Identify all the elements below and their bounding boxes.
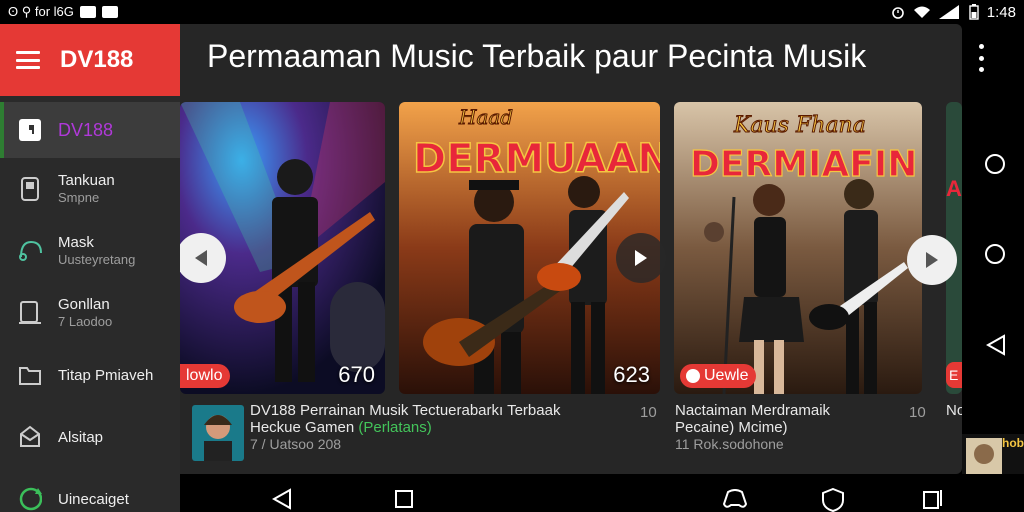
android-screen: ʘ ⚲ for l6G 1:48 DV188 DV188 Tankuan Smpn…	[0, 0, 1024, 512]
game-info[interactable]: Nactaiman Merdramaik Pecaine) Mcime) 11 …	[675, 402, 830, 452]
download-icon	[101, 6, 118, 18]
game-subtitle: Pecaine) Mcime)	[675, 419, 788, 436]
gamepad-icon[interactable]	[722, 488, 748, 510]
wifi-icon	[913, 6, 930, 18]
back-triangle-icon[interactable]	[272, 488, 292, 510]
page-title: Permaaman Music Terbaik paur Pecinta Mus…	[207, 38, 867, 74]
play-count: 623	[613, 362, 650, 387]
sidebar-item-gonllan[interactable]: Gonllan 7 Laodoo	[0, 282, 180, 344]
game-info[interactable]: DV188 Perrainan Musik Tectuerabarkı Terb…	[250, 402, 560, 452]
navigation-drawer: DV188 DV188 Tankuan Smpne Mask Uusteyretan…	[0, 24, 180, 512]
phone-icon	[18, 177, 42, 201]
game-tag: (Perlatans)	[358, 419, 432, 436]
sidebar-item-sublabel: Uusteyretang	[58, 252, 136, 267]
alarm-icon	[891, 7, 904, 19]
floating-thumbnail[interactable]: hob	[962, 434, 1024, 474]
game-card[interactable]: Kaus Fhana DERMIAFIN Uewle	[674, 102, 922, 394]
play-count: 670	[338, 362, 375, 387]
device-icon	[18, 301, 42, 325]
card-partial-text: A	[946, 176, 962, 201]
card-badge: Uewle	[680, 364, 757, 388]
game-meta: 7 / Uatsoo 208	[250, 436, 342, 452]
sidebar-item-label: Tankuan	[58, 172, 115, 189]
badge-icon	[686, 369, 700, 383]
back-icon[interactable]	[986, 334, 1006, 356]
game-rating: 10	[640, 404, 657, 421]
refresh-icon	[18, 487, 42, 511]
card-badge: E	[946, 362, 962, 388]
banner-top: Haad	[458, 105, 513, 129]
sidebar-item-alsitap[interactable]: Alsitap	[0, 406, 180, 468]
sidebar-item-label: Alsitap	[58, 428, 104, 446]
sidebar-item-mask[interactable]: Mask Uusteyretang	[0, 220, 180, 282]
app-icon	[18, 118, 42, 142]
sidebar-item-label: DV188	[58, 119, 114, 140]
game-info[interactable]: No	[946, 402, 962, 419]
sidebar-item-label: Uinecaiget	[58, 490, 129, 508]
game-meta: 11 Rok.sodohone	[675, 436, 784, 452]
banner-top: Kaus Fhana	[733, 113, 866, 138]
game-title: Nactaiman Merdramaik	[675, 402, 831, 419]
game-subtitle: Heckue Gamen (Perlatans)	[250, 419, 432, 436]
banner-main: DERMUAAN	[413, 136, 660, 182]
headphones-icon	[18, 239, 42, 263]
status-bar: ʘ ⚲ for l6G 1:48	[0, 0, 1024, 24]
drawer-menu: DV188 Tankuan Smpne Mask Uusteyretang Gonl…	[0, 102, 180, 512]
envelope-icon	[18, 425, 42, 449]
overflow-menu-icon[interactable]	[976, 44, 986, 72]
sidebar-item-label: Mask	[58, 234, 94, 251]
sidebar-item-label: Gonllan	[58, 296, 110, 313]
square-icon[interactable]	[394, 488, 414, 510]
game-thumbnail[interactable]	[192, 405, 244, 461]
recents-circle-icon[interactable]	[985, 154, 1005, 174]
main-panel: Permaaman Music Terbaik paur Pecinta Mus…	[180, 24, 962, 474]
sidebar-item-uinecaiget[interactable]: Uinecaiget	[0, 468, 180, 512]
bottom-nav-bar	[180, 486, 962, 512]
status-left-text: ʘ ⚲ for l6G	[8, 4, 74, 19]
sidebar-item-tankuan[interactable]: Tankuan Smpne	[0, 158, 180, 220]
game-title: DV188 Perrainan Musik Tectuerabarkı Terb…	[250, 402, 561, 419]
chevron-left-icon	[195, 250, 207, 266]
sidebar-item-sublabel: 7 Laodoo	[58, 314, 113, 329]
card-image-singer: Kaus Fhana DERMIAFIN	[674, 102, 922, 394]
folder-icon	[18, 363, 42, 387]
battery-icon	[969, 4, 979, 20]
sidebar-item-dv188[interactable]: DV188	[0, 102, 180, 158]
thumbnail-label: hob	[1002, 436, 1024, 450]
card-badge: lowlo	[180, 364, 231, 388]
system-nav-bar	[962, 100, 1024, 400]
shield-icon[interactable]	[822, 488, 844, 512]
menu-icon[interactable]	[16, 51, 40, 69]
home-circle-icon[interactable]	[985, 244, 1005, 264]
chevron-right-icon	[926, 252, 938, 268]
game-title: No	[946, 402, 962, 419]
app-brand: DV188	[60, 46, 134, 73]
game-rating: 10	[909, 404, 926, 421]
sidebar-item-sublabel: Smpne	[58, 190, 100, 205]
chevron-right-icon	[635, 250, 647, 266]
signal-icon	[938, 5, 959, 19]
sidebar-item-label: Titap Pmiaveh	[58, 366, 154, 384]
carousel-next-button[interactable]	[616, 233, 666, 283]
clock: 1:48	[986, 3, 1016, 21]
sidebar-item-titap[interactable]: Titap Pmiaveh	[0, 344, 180, 406]
banner-main: DERMIAFIN	[690, 144, 917, 185]
drawer-header: DV188	[0, 24, 180, 96]
recents-icon[interactable]	[922, 488, 944, 510]
notification-icon	[79, 6, 96, 18]
carousel-next-button-2[interactable]	[907, 235, 957, 285]
